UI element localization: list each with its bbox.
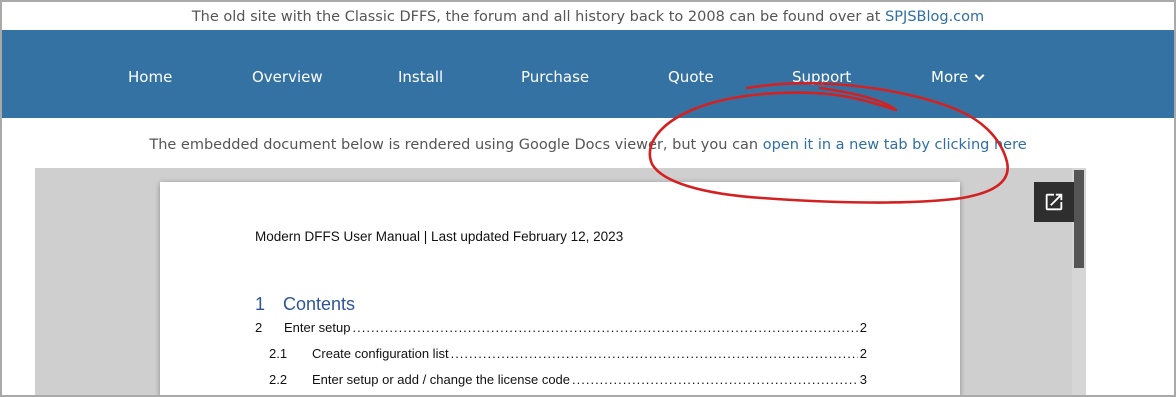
nav-install[interactable]: Install [398,68,443,86]
document-page: Modern DFFS User Manual | Last updated F… [160,182,960,395]
viewer-scrollbar-thumb[interactable] [1074,170,1084,268]
open-in-new-icon [1045,193,1063,211]
open-in-new-tab-link[interactable]: open it in a new tab by clicking here [763,137,1027,153]
main-navigation: Home Overview Install Purchase Quote Sup… [2,30,1174,118]
banner-text: The old site with the Classic DFFS, the … [191,9,886,25]
toc-row-number: 2 [255,320,263,335]
toc-row-page: 3 [859,372,867,387]
toc-row[interactable]: 2.2 Enter setup or add / change the lice… [269,372,867,387]
toc-row-page: 2 [859,320,867,335]
toc-row[interactable]: 2 Enter setup 2 [255,320,867,335]
toc-row-leader [572,372,858,387]
classic-site-banner: The old site with the Classic DFFS, the … [2,4,1174,30]
toc-heading-number: 1 [255,294,266,314]
document-header: Modern DFFS User Manual | Last updated F… [255,229,624,244]
nav-more-label: More [931,68,969,86]
toc-row-label: Enter setup or add / change the license … [312,372,571,387]
toc-heading-title: Contents [283,294,356,314]
toc-row-label: Enter setup [284,320,351,335]
toc-row-number: 2.1 [269,346,288,361]
popout-button[interactable] [1034,182,1074,222]
toc-heading: 1 Contents [255,294,355,315]
embed-notice: The embedded document below is rendered … [2,135,1174,155]
nav-quote[interactable]: Quote [668,68,714,86]
toc-row-label: Create configuration list [312,346,449,361]
browser-frame: The old site with the Classic DFFS, the … [0,0,1176,397]
toc-row-leader [451,346,858,361]
toc-row-leader [353,320,858,335]
nav-overview[interactable]: Overview [252,68,323,86]
toc-row[interactable]: 2.1 Create configuration list 2 [269,346,867,361]
nav-purchase[interactable]: Purchase [521,68,589,86]
chevron-down-icon [974,70,985,81]
notice-text: The embedded document below is rendered … [149,137,763,153]
spjsblog-link[interactable]: SPJSBlog.com [885,9,984,25]
toc-row-page: 2 [859,346,867,361]
nav-home[interactable]: Home [128,68,172,86]
toc-row-number: 2.2 [269,372,288,387]
nav-more[interactable]: More [931,68,985,86]
nav-support[interactable]: Support [792,68,851,86]
